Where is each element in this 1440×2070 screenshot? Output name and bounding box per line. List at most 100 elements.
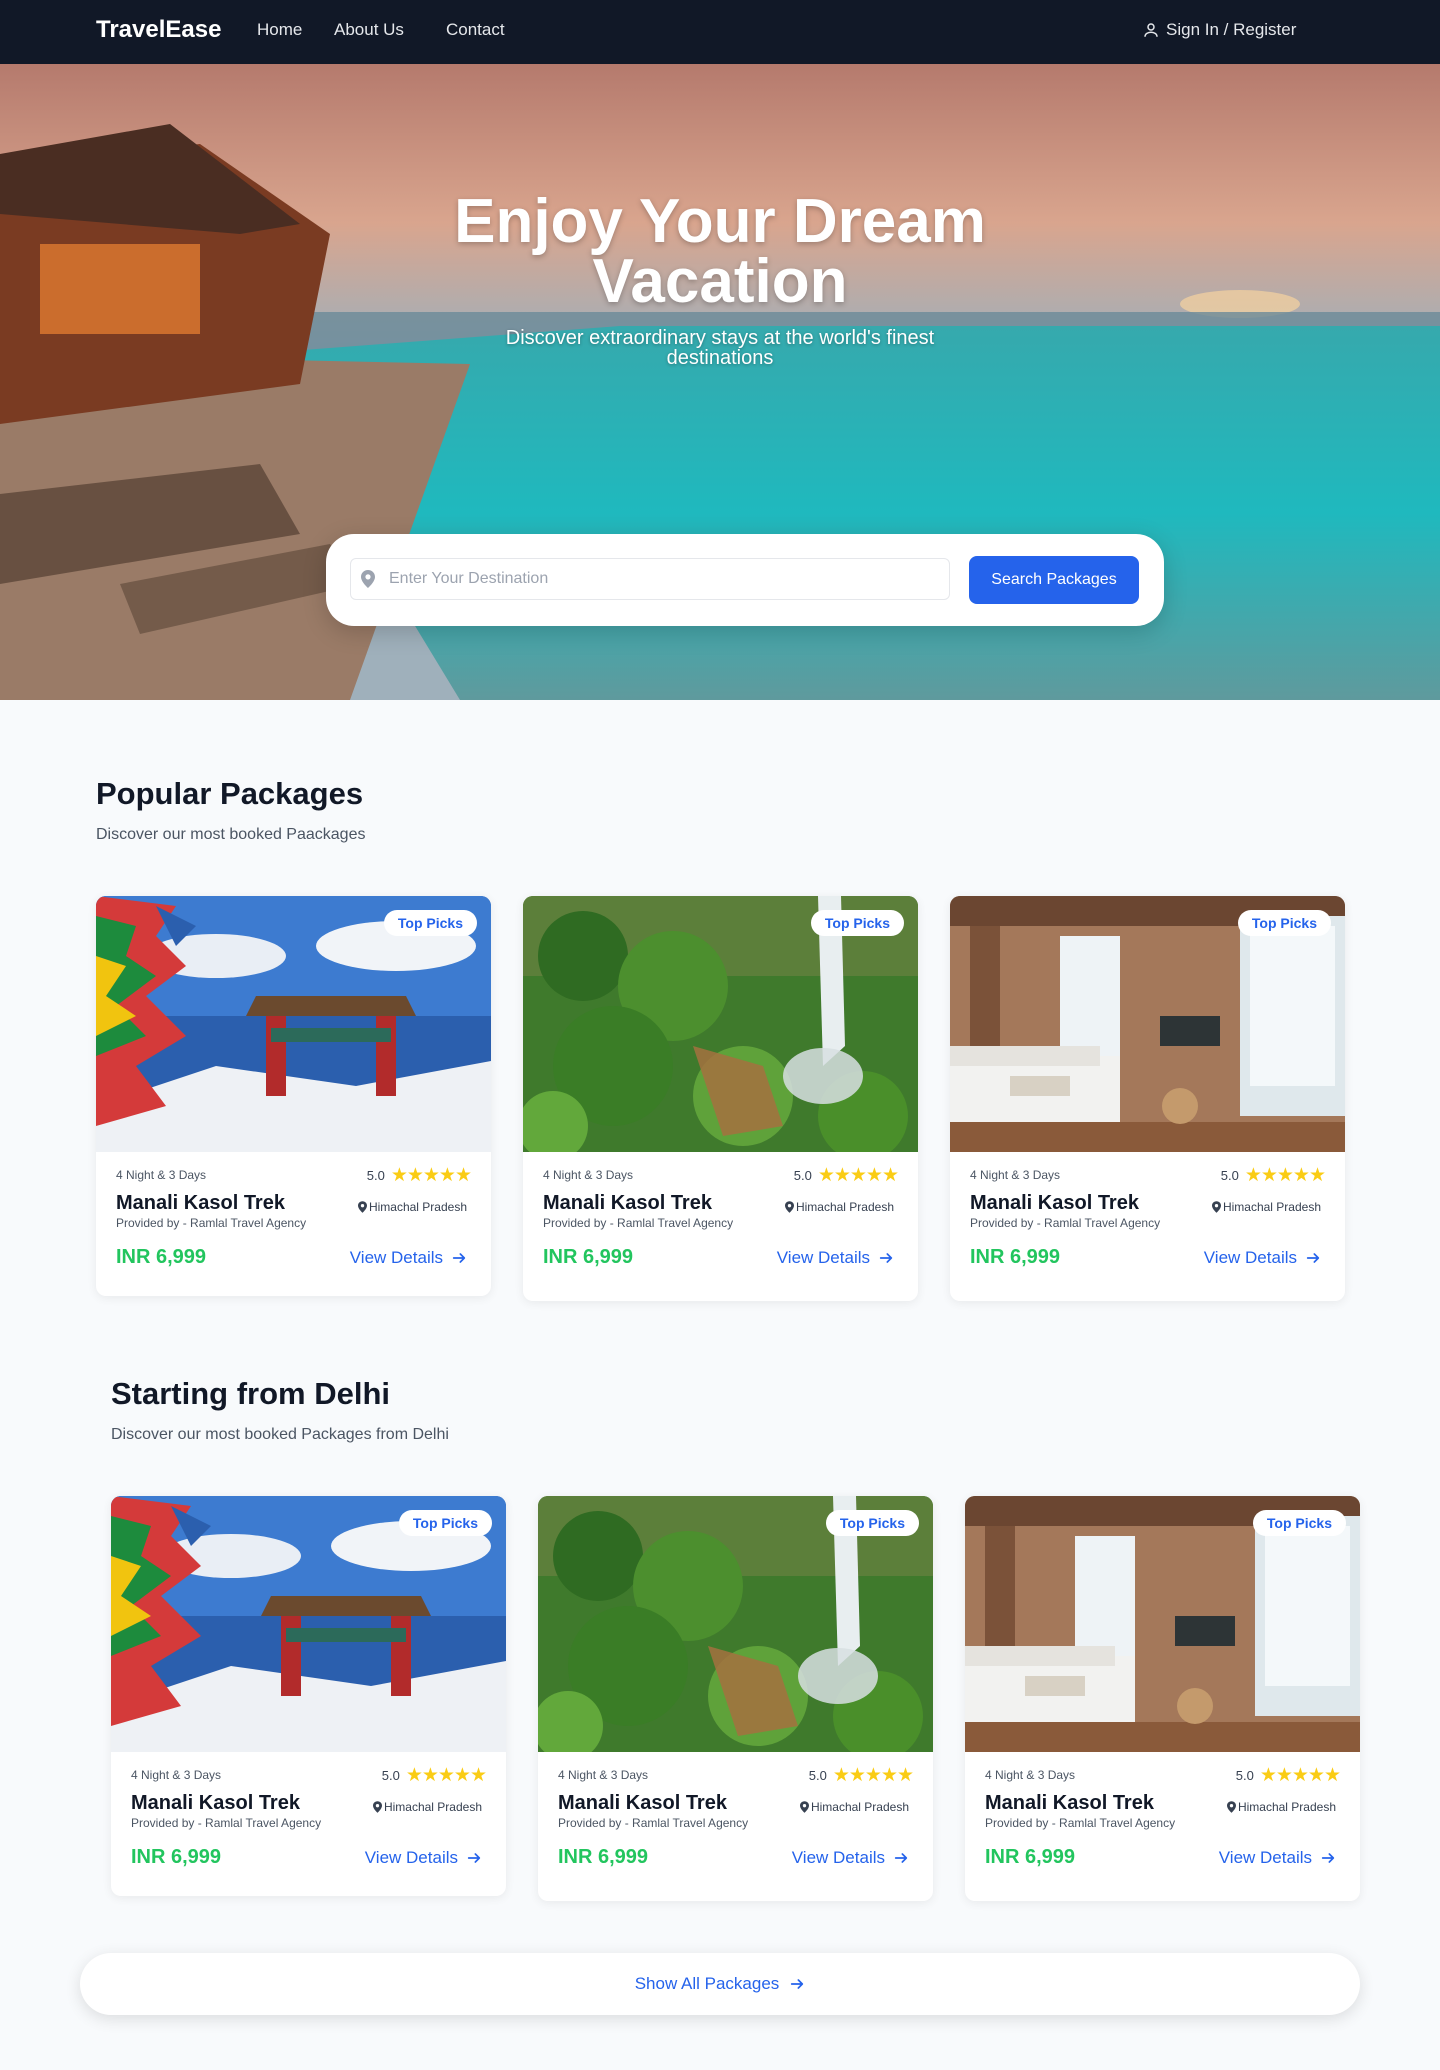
- package-card[interactable]: Top Picks 4 Night & 3 Days 5.0 ★★★★★ Man…: [523, 896, 918, 1301]
- package-price: INR 6,999: [543, 1246, 634, 1268]
- view-details-link[interactable]: View Details: [1204, 1248, 1321, 1268]
- view-details-link[interactable]: View Details: [365, 1848, 482, 1868]
- view-details-label: View Details: [349, 1248, 443, 1267]
- package-card[interactable]: Top Picks 4 Night & 3 Days 5.0 ★★★★★ Man…: [950, 896, 1345, 1301]
- map-pin-icon: [361, 570, 375, 588]
- package-title[interactable]: Manali Kasol Trek: [970, 1192, 1139, 1215]
- hero-section: Enjoy Your Dream Vacation Discover extra…: [0, 64, 1440, 700]
- location-label: Himachal Pradesh: [1237, 1800, 1336, 1814]
- location-label: Himachal Pradesh: [810, 1800, 909, 1814]
- top-picks-badge: Top Picks: [383, 910, 477, 936]
- arrow-right-icon: [879, 1253, 893, 1263]
- star-rating-icon: ★★★★★: [1244, 1165, 1326, 1186]
- hero-subtitle: Discover extraordinary stays at the worl…: [505, 327, 935, 369]
- hero-title: Enjoy Your Dream Vacation: [454, 187, 986, 316]
- destination-field[interactable]: [350, 558, 950, 600]
- show-all-packages-button[interactable]: Show All Packages: [80, 1953, 1360, 2015]
- package-rating: 5.0 ★★★★★: [794, 1164, 899, 1187]
- package-image[interactable]: Top Picks: [965, 1496, 1360, 1752]
- top-picks-badge: Top Picks: [1252, 1510, 1346, 1536]
- view-details-label: View Details: [1203, 1248, 1297, 1267]
- view-details-label: View Details: [364, 1848, 458, 1867]
- package-title[interactable]: Manali Kasol Trek: [131, 1792, 300, 1815]
- package-rating: 5.0 ★★★★★: [808, 1764, 914, 1787]
- search-panel: Search Packages: [326, 534, 1164, 626]
- package-title[interactable]: Manali Kasol Trek: [543, 1192, 712, 1215]
- package-rating: 5.0 ★★★★★: [366, 1164, 472, 1187]
- package-image[interactable]: Top Picks: [111, 1496, 506, 1752]
- view-details-link[interactable]: View Details: [792, 1848, 909, 1868]
- package-price: INR 6,999: [116, 1246, 207, 1268]
- package-duration: 4 Night & 3 Days: [543, 1168, 634, 1182]
- delhi-section-title: Starting from Delhi: [111, 1376, 391, 1411]
- package-image[interactable]: Top Picks: [950, 896, 1345, 1152]
- destination-input[interactable]: [389, 559, 939, 599]
- package-title[interactable]: Manali Kasol Trek: [116, 1192, 285, 1215]
- location-label: Himachal Pradesh: [1222, 1200, 1321, 1214]
- package-image[interactable]: Top Picks: [538, 1496, 933, 1752]
- view-details-link[interactable]: View Details: [1219, 1848, 1336, 1868]
- package-price: INR 6,999: [985, 1846, 1076, 1868]
- package-title[interactable]: Manali Kasol Trek: [558, 1792, 727, 1815]
- view-details-link[interactable]: View Details: [350, 1248, 467, 1268]
- star-rating-icon: ★★★★★: [817, 1165, 899, 1186]
- view-details-link[interactable]: View Details: [777, 1248, 894, 1268]
- sign-in-register-link[interactable]: Sign In / Register: [1142, 20, 1296, 40]
- view-details-label: View Details: [776, 1248, 870, 1267]
- package-card[interactable]: Top Picks 4 Night & 3 Days 5.0 ★★★★★ Man…: [96, 896, 491, 1296]
- package-provider: Provided by - Ramlal Travel Agency: [970, 1216, 1161, 1230]
- package-location: Himachal Pradesh: [1226, 1800, 1336, 1814]
- star-rating-icon: ★★★★★: [1259, 1765, 1341, 1786]
- star-rating-icon: ★★★★★: [390, 1165, 472, 1186]
- package-rating: 5.0 ★★★★★: [381, 1764, 487, 1787]
- view-details-label: View Details: [791, 1848, 885, 1867]
- nav-contact-link[interactable]: Contact: [446, 20, 505, 40]
- top-picks-badge: Top Picks: [398, 1510, 492, 1536]
- package-duration: 4 Night & 3 Days: [558, 1768, 649, 1782]
- package-card[interactable]: Top Picks 4 Night & 3 Days 5.0 ★★★★★ Man…: [111, 1496, 506, 1896]
- top-navbar: TravelEase Home About Us Contact Sign In…: [0, 0, 1440, 64]
- package-duration: 4 Night & 3 Days: [970, 1168, 1061, 1182]
- package-rating: 5.0 ★★★★★: [1220, 1164, 1326, 1187]
- view-details-label: View Details: [1218, 1848, 1312, 1867]
- package-image[interactable]: Top Picks: [523, 896, 918, 1152]
- rating-value: 5.0: [366, 1168, 385, 1183]
- arrow-right-icon: [791, 1979, 804, 1989]
- top-picks-badge: Top Picks: [825, 1510, 919, 1536]
- arrow-right-icon: [894, 1853, 908, 1863]
- rating-value: 5.0: [1220, 1168, 1239, 1183]
- rating-value: 5.0: [808, 1768, 827, 1783]
- package-provider: Provided by - Ramlal Travel Agency: [131, 1816, 322, 1830]
- package-title[interactable]: Manali Kasol Trek: [985, 1792, 1154, 1815]
- package-duration: 4 Night & 3 Days: [985, 1768, 1076, 1782]
- arrow-right-icon: [452, 1253, 466, 1263]
- package-image[interactable]: Top Picks: [96, 896, 491, 1152]
- map-pin-icon: [357, 1201, 367, 1213]
- package-duration: 4 Night & 3 Days: [131, 1768, 222, 1782]
- package-rating: 5.0 ★★★★★: [1235, 1764, 1341, 1787]
- package-provider: Provided by - Ramlal Travel Agency: [985, 1816, 1176, 1830]
- map-pin-icon: [1226, 1801, 1236, 1813]
- top-picks-badge: Top Picks: [1237, 910, 1331, 936]
- search-packages-button[interactable]: Search Packages: [969, 556, 1139, 604]
- nav-about-link[interactable]: About Us: [334, 20, 404, 40]
- rating-value: 5.0: [381, 1768, 400, 1783]
- package-provider: Provided by - Ramlal Travel Agency: [543, 1216, 734, 1230]
- package-price: INR 6,999: [558, 1846, 649, 1868]
- package-card[interactable]: Top Picks 4 Night & 3 Days 5.0 ★★★★★ Man…: [538, 1496, 933, 1901]
- rating-value: 5.0: [1235, 1768, 1254, 1783]
- nav-home-link[interactable]: Home: [257, 20, 302, 40]
- package-location: Himachal Pradesh: [1211, 1200, 1321, 1214]
- star-rating-icon: ★★★★★: [832, 1765, 914, 1786]
- package-card[interactable]: Top Picks 4 Night & 3 Days 5.0 ★★★★★ Man…: [965, 1496, 1360, 1901]
- arrow-right-icon: [1306, 1253, 1320, 1263]
- delhi-section-subtitle: Discover our most booked Packages from D…: [111, 1426, 449, 1443]
- package-price: INR 6,999: [970, 1246, 1061, 1268]
- location-label: Himachal Pradesh: [795, 1200, 894, 1214]
- map-pin-icon: [799, 1801, 809, 1813]
- package-location: Himachal Pradesh: [357, 1200, 467, 1214]
- user-icon: [1144, 23, 1158, 37]
- top-picks-badge: Top Picks: [810, 910, 904, 936]
- map-pin-icon: [784, 1201, 794, 1213]
- logo[interactable]: TravelEase: [96, 16, 221, 44]
